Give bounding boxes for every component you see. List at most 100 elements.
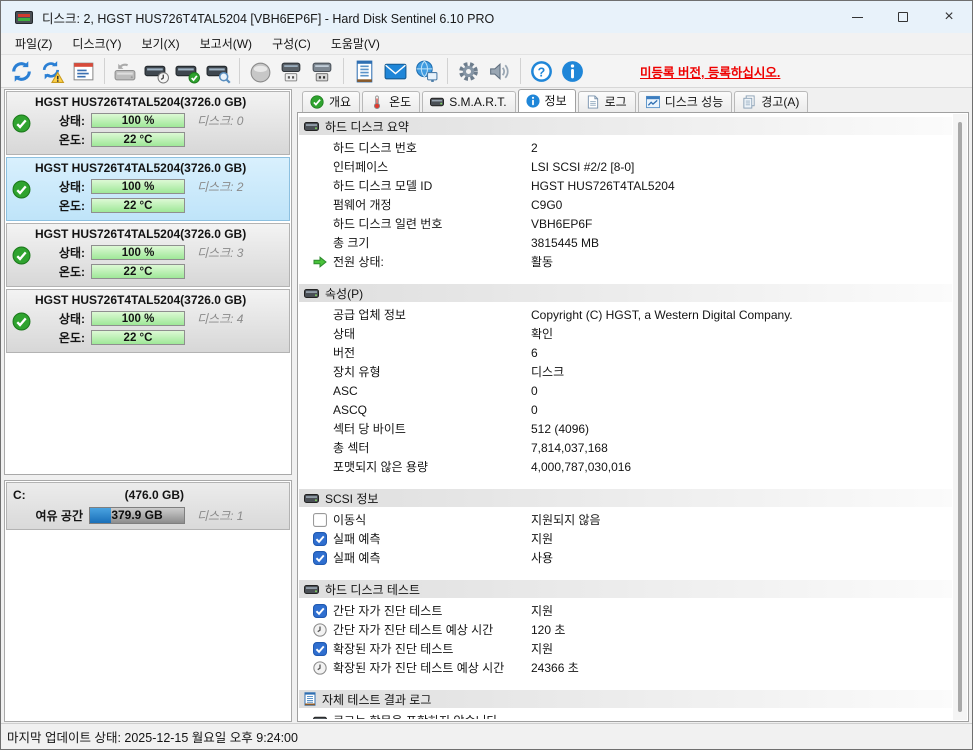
row-value: 지원되지 않음 xyxy=(531,511,952,528)
info-row: 펌웨어 개정C9G0 xyxy=(299,195,952,214)
info-row: 실패 예측사용 xyxy=(299,548,952,567)
disk-model: HGST HUS726T4TAL5204(3726.0 GB) xyxy=(35,290,289,309)
disk-power-icon xyxy=(310,59,335,84)
row-label: ASCQ xyxy=(333,403,531,417)
unregistered-notice-link[interactable]: 미등록 버전, 등록하십시오. xyxy=(640,62,780,81)
minimize-button[interactable] xyxy=(834,1,880,33)
refresh-icon xyxy=(9,59,34,84)
info-row: 확장된 자가 진단 테스트 예상 시간24366 초 xyxy=(299,658,952,677)
row-value: 2 xyxy=(531,141,952,155)
surface-test-button[interactable] xyxy=(245,57,276,86)
row-value: LSI SCSI #2/2 [8-0] xyxy=(531,160,952,174)
partition-disk-label: 디스크: 1 xyxy=(197,507,243,524)
row-label: 하드 디스크 모델 ID xyxy=(333,177,531,194)
info-sections: 하드 디스크 요약하드 디스크 번호2인터페이스LSI SCSI #2/2 [8… xyxy=(299,117,952,719)
tab-label: 디스크 성능 xyxy=(665,93,724,110)
disk-item-3[interactable]: HGST HUS726T4TAL5204(3726.0 GB)상태:100 %디… xyxy=(6,223,290,287)
network-button[interactable] xyxy=(411,57,442,86)
disk-clock-button[interactable] xyxy=(141,57,172,86)
refresh-button[interactable] xyxy=(6,57,37,86)
partition-item-c[interactable]: C: (476.0 GB) 여유 공간 379.9 GB 디스크: 1 xyxy=(6,482,290,530)
menu-item-4[interactable]: 구성(C) xyxy=(262,33,321,54)
disk-item-0[interactable]: HGST HUS726T4TAL5204(3726.0 GB)상태:100 %디… xyxy=(6,91,290,155)
disk-item-4[interactable]: HGST HUS726T4TAL5204(3726.0 GB)상태:100 %디… xyxy=(6,289,290,353)
disk-previous-button[interactable] xyxy=(110,57,141,86)
email-icon xyxy=(383,59,408,84)
disk-search-button[interactable] xyxy=(203,57,234,86)
pages-icon xyxy=(742,95,756,109)
disk-list: HGST HUS726T4TAL5204(3726.0 GB)상태:100 %디… xyxy=(4,89,292,475)
tab-6[interactable]: 경고(A) xyxy=(734,91,808,112)
info-button[interactable] xyxy=(557,57,588,86)
info-panel: 하드 디스크 요약하드 디스크 번호2인터페이스LSI SCSI #2/2 [8… xyxy=(297,112,969,722)
toolbar-separator xyxy=(520,58,521,84)
menu-item-3[interactable]: 보고서(W) xyxy=(190,33,262,54)
row-label: 총 섹터 xyxy=(333,439,531,456)
disk-model: HGST HUS726T4TAL5204(3726.0 GB) xyxy=(35,158,289,177)
toolbar-separator xyxy=(343,58,344,84)
tab-4[interactable]: 로그 xyxy=(578,91,636,112)
row-value: 0 xyxy=(531,384,952,398)
cb-off-icon[interactable] xyxy=(313,513,327,527)
report-button[interactable] xyxy=(68,57,99,86)
disk-ok-button[interactable] xyxy=(172,57,203,86)
row-label: 확장된 자가 진단 테스트 xyxy=(333,640,531,657)
cb-on-icon[interactable] xyxy=(313,532,327,546)
close-button[interactable]: × xyxy=(926,1,972,33)
info-row: ASCQ0 xyxy=(299,400,952,419)
disk-number-label: 디스크: 2 xyxy=(197,178,243,195)
refresh-warning-button[interactable] xyxy=(37,57,68,86)
section-title: 속성(P) xyxy=(325,285,363,302)
info-row: 장치 유형디스크 xyxy=(299,362,952,381)
disk-small-icon xyxy=(304,122,319,131)
cb-on-icon[interactable] xyxy=(313,551,327,565)
disk-connector-button[interactable] xyxy=(276,57,307,86)
disk-power-button[interactable] xyxy=(307,57,338,86)
tab-0[interactable]: 개요 xyxy=(302,91,360,112)
cb-on-icon[interactable] xyxy=(313,604,327,618)
row-label: 버전 xyxy=(333,344,531,361)
disk-previous-icon xyxy=(113,59,138,84)
row-label: 하드 디스크 일련 번호 xyxy=(333,215,531,232)
notepad-button[interactable] xyxy=(349,57,380,86)
sound-button[interactable] xyxy=(484,57,515,86)
check-circle-icon xyxy=(12,246,31,265)
network-icon xyxy=(414,59,439,84)
scrollbar-thumb[interactable] xyxy=(958,122,962,712)
menu-item-0[interactable]: 파일(Z) xyxy=(5,33,62,54)
vertical-scrollbar[interactable] xyxy=(953,114,967,720)
temp-bar: 22 °C xyxy=(91,330,185,345)
menu-item-2[interactable]: 보기(X) xyxy=(132,33,190,54)
disk-item-2[interactable]: HGST HUS726T4TAL5204(3726.0 GB)상태:100 %디… xyxy=(6,157,290,221)
row-value: 512 (4096) xyxy=(531,422,952,436)
tab-info[interactable]: 정보 xyxy=(518,89,576,112)
partition-capacity: (476.0 GB) xyxy=(26,488,283,502)
section-title: 자체 테스트 결과 로그 xyxy=(322,691,431,708)
check-circle-icon xyxy=(310,95,324,109)
partition-drive-letter: C: xyxy=(13,488,26,502)
tab-5[interactable]: 디스크 성능 xyxy=(638,91,733,112)
section-header: SCSI 정보 xyxy=(299,489,952,507)
menu-item-1[interactable]: 디스크(Y) xyxy=(62,33,131,54)
surface-test-icon xyxy=(248,59,273,84)
email-button[interactable] xyxy=(380,57,411,86)
temp-bar: 22 °C xyxy=(91,264,185,279)
row-label: 공급 업체 정보 xyxy=(333,306,531,323)
close-icon: × xyxy=(944,8,953,26)
cb-on-icon[interactable] xyxy=(313,642,327,656)
report-icon xyxy=(71,59,96,84)
help-button[interactable]: ? xyxy=(526,57,557,86)
thermometer-icon xyxy=(370,95,384,109)
settings-gear-button[interactable] xyxy=(453,57,484,86)
info-row: 인터페이스LSI SCSI #2/2 [8-0] xyxy=(299,157,952,176)
maximize-button[interactable] xyxy=(880,1,926,33)
tab-2[interactable]: S.M.A.R.T. xyxy=(422,91,515,112)
row-value: HGST HUS726T4TAL5204 xyxy=(531,179,952,193)
disk-ok-icon xyxy=(175,59,200,84)
row-label: 장치 유형 xyxy=(333,363,531,380)
menu-item-5[interactable]: 도움말(V) xyxy=(321,33,390,54)
health-label: 상태: xyxy=(35,178,85,195)
row-label: 펌웨어 개정 xyxy=(333,196,531,213)
info-row: 하드 디스크 모델 IDHGST HUS726T4TAL5204 xyxy=(299,176,952,195)
tab-1[interactable]: 온도 xyxy=(362,91,420,112)
